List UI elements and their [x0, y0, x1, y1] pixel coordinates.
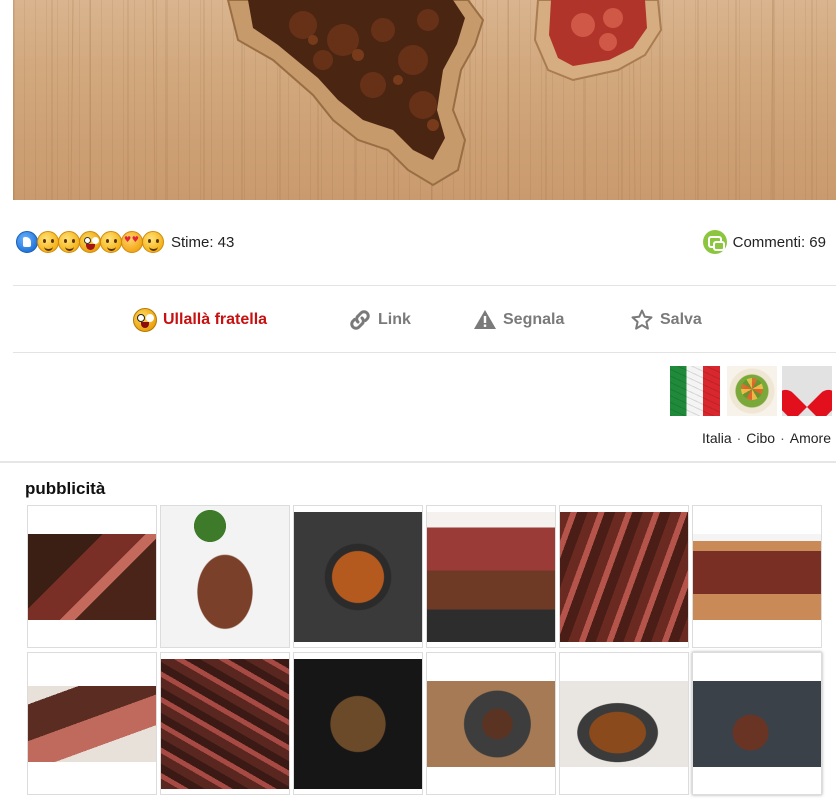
shocked-emoji-icon: [133, 308, 157, 332]
tag-separator: ·: [736, 430, 742, 446]
like-icon: [16, 231, 38, 253]
ad-item[interactable]: [692, 652, 822, 795]
ullalla-button[interactable]: Ullallà fratella: [133, 303, 267, 337]
link-label: Link: [378, 311, 411, 328]
divider: [13, 352, 836, 353]
comments-count: Commenti: 69: [732, 233, 826, 251]
comments-link[interactable]: Commenti: 69: [702, 230, 826, 254]
tag-image-amore[interactable]: [782, 366, 832, 416]
segnala-label: Segnala: [503, 311, 565, 328]
ad-item[interactable]: [426, 505, 556, 648]
tag-link-amore[interactable]: Amore: [790, 430, 831, 446]
ad-item[interactable]: [160, 505, 290, 648]
stime-count[interactable]: Stime: 43: [171, 234, 234, 251]
hug-emoji-icon: [100, 231, 122, 253]
ullalla-label: Ullallà fratella: [163, 311, 268, 328]
ad-section-title: pubblicità: [25, 479, 106, 498]
ad-item[interactable]: [559, 505, 689, 648]
link-icon: [348, 308, 372, 332]
tag-link-cibo[interactable]: Cibo: [746, 430, 775, 446]
shocked-emoji-icon: [79, 231, 101, 253]
reactions-summary[interactable]: Stime: 43: [16, 228, 234, 256]
ad-item[interactable]: [692, 505, 822, 648]
salva-label: Salva: [660, 311, 702, 328]
ad-item[interactable]: [559, 652, 689, 795]
smile-emoji-icon: [142, 231, 164, 253]
ad-item[interactable]: [27, 505, 157, 648]
blush-emoji-icon: [58, 231, 80, 253]
post-hero-image: [13, 0, 836, 200]
tag-image-cibo[interactable]: [727, 366, 777, 416]
ad-item[interactable]: [293, 505, 423, 648]
tag-image-italia[interactable]: [670, 366, 720, 416]
star-icon: [630, 308, 654, 332]
salva-button[interactable]: Salva: [630, 303, 702, 337]
warning-icon: [473, 308, 497, 332]
tags-list: Italia · Cibo · Amore: [702, 430, 831, 446]
section-separator: [0, 461, 836, 463]
ad-item[interactable]: [293, 652, 423, 795]
ad-item[interactable]: [426, 652, 556, 795]
comment-bubble-icon: [702, 230, 727, 254]
tag-separator: ·: [780, 430, 785, 446]
tag-link-italia[interactable]: Italia: [702, 430, 732, 446]
segnala-button[interactable]: Segnala: [473, 303, 564, 337]
clap-emoji-icon: [37, 231, 59, 253]
link-button[interactable]: Link: [348, 303, 411, 337]
heart-eyes-emoji-icon: [121, 231, 143, 253]
ad-item[interactable]: [27, 652, 157, 795]
divider: [13, 285, 836, 286]
post-actions-bar: Ullallà fratella Link Segnala Salva: [0, 303, 836, 337]
ad-item[interactable]: [160, 652, 290, 795]
